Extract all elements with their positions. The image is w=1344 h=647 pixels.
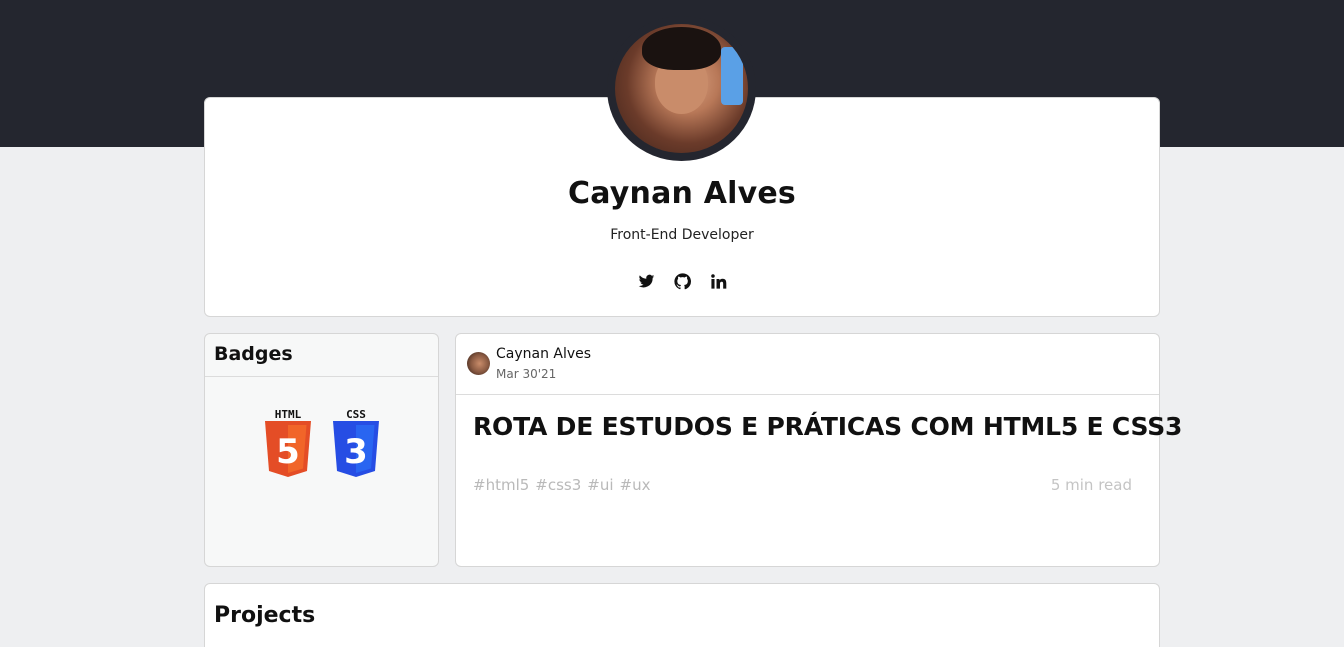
avatar-photo — [615, 24, 748, 153]
author-avatar[interactable] — [467, 352, 490, 375]
github-icon[interactable] — [673, 272, 691, 290]
read-time: 5 min read — [1050, 476, 1132, 494]
post-date: Mar 30'21 — [496, 367, 557, 381]
twitter-icon[interactable] — [637, 272, 655, 290]
css3-badge-label: CSS — [346, 408, 366, 421]
html5-badge: HTML 5 — [263, 408, 313, 478]
profile-name: Caynan Alves — [568, 176, 796, 211]
tag-link[interactable]: #html5 — [473, 476, 529, 494]
css3-icon: 3 — [333, 421, 379, 477]
css3-number: 3 — [344, 432, 368, 472]
post-card[interactable]: Caynan Alves Mar 30'21 ROTA DE ESTUDOS E… — [455, 333, 1182, 567]
tag-link[interactable]: #ui — [587, 476, 613, 494]
html5-number: 5 — [276, 432, 300, 472]
projects-card: Projects — [204, 583, 1160, 647]
badges-list: HTML 5 CSS 3 — [263, 408, 381, 478]
linkedin-icon[interactable] — [709, 272, 727, 290]
tag-link[interactable]: #ux — [620, 476, 651, 494]
tag-link[interactable]: #css3 — [535, 476, 581, 494]
post-author[interactable]: Caynan Alves — [496, 346, 591, 362]
projects-title: Projects — [214, 603, 316, 628]
html5-icon: 5 — [265, 421, 311, 477]
post-title[interactable]: ROTA DE ESTUDOS E PRÁTICAS COM HTML5 E C… — [473, 412, 1182, 441]
post-header: Caynan Alves Mar 30'21 — [456, 334, 1159, 395]
profile-role: Front-End Developer — [610, 227, 754, 243]
badges-card: Badges HTML 5 CSS 3 — [204, 333, 439, 567]
css3-badge: CSS 3 — [331, 408, 381, 478]
post-tags: #html5 #css3 #ui #ux — [473, 476, 650, 494]
profile-avatar — [607, 16, 756, 161]
html5-badge-label: HTML — [274, 408, 302, 421]
badges-title: Badges — [205, 334, 438, 377]
social-links — [205, 272, 1159, 290]
